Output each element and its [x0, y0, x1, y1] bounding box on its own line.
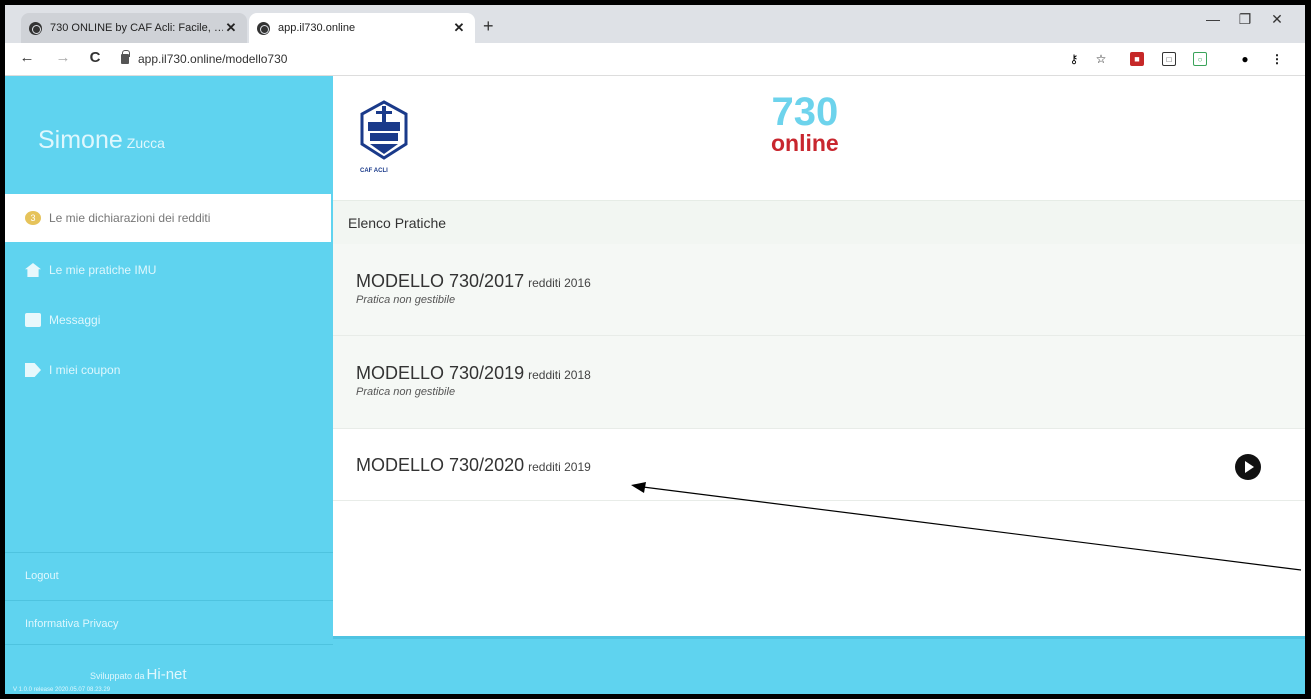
tag-icon [25, 363, 41, 377]
divider [5, 600, 333, 601]
address-bar[interactable]: app.il730.online/modello730 [138, 52, 287, 66]
sidebar-item-label: Messaggi [49, 313, 101, 327]
sidebar: Simone Zucca 3 Le mie dichiarazioni dei r… [5, 76, 333, 694]
sidebar-item-label: Le mie dichiarazioni dei redditi [49, 211, 211, 225]
pratica-note: Pratica non gestibile [356, 294, 456, 306]
message-icon [25, 313, 41, 327]
main-content: CAF ACLI 730 online Elenco Pratiche MODE… [333, 76, 1305, 694]
sidebar-item-label: I miei coupon [49, 363, 121, 377]
pratica-redditi: redditi 2019 [528, 460, 591, 474]
home-icon [25, 263, 41, 277]
privacy-link[interactable]: Informativa Privacy [25, 618, 119, 630]
caf-acli-logo-icon [360, 100, 408, 160]
minimize-button[interactable]: — [1201, 11, 1225, 27]
sidebar-item-coupon[interactable]: I miei coupon [5, 346, 333, 394]
user-last-name: Zucca [126, 135, 165, 151]
browser-window: 730 ONLINE by CAF Acli: Facile, … ✕ app.… [5, 5, 1305, 694]
sidebar-item-imu[interactable]: Le mie pratiche IMU [5, 246, 333, 294]
forward-button[interactable]: → [53, 49, 73, 66]
tab-title: 730 ONLINE by CAF Acli: Facile, … [50, 22, 223, 34]
tab-app[interactable]: app.il730.online ✕ [249, 13, 475, 43]
close-window-button[interactable]: ✕ [1265, 11, 1289, 28]
credit-prefix: Sviluppato da [90, 671, 145, 681]
globe-icon [29, 21, 42, 35]
version-text: V 1.0.0 release 2020.05.07 08.23.29 [13, 687, 111, 693]
close-tab-icon[interactable]: ✕ [451, 20, 467, 36]
menu-icon[interactable]: ⋮ [1270, 52, 1284, 66]
brand-730-online: 730 online [771, 92, 839, 155]
declarations-icon: 3 [25, 211, 41, 225]
key-icon[interactable]: ⚷ [1067, 52, 1081, 66]
divider [5, 552, 333, 553]
pratica-redditi: redditi 2016 [528, 276, 591, 290]
back-button[interactable]: ← [17, 49, 37, 66]
pratica-note: Pratica non gestibile [356, 386, 456, 398]
globe-icon [257, 21, 270, 35]
extension-red-icon[interactable]: ■ [1130, 52, 1144, 66]
close-tab-icon[interactable]: ✕ [223, 20, 239, 36]
pratica-row: MODELLO 730/2017 redditi 2016 Pratica non… [333, 244, 1305, 336]
pratica-row: MODELLO 730/2019 redditi 2018 Pratica non… [333, 336, 1305, 429]
tab-caf-acli[interactable]: 730 ONLINE by CAF Acli: Facile, … ✕ [21, 13, 247, 43]
sidebar-item-dichiarazioni[interactable]: 3 Le mie dichiarazioni dei redditi [5, 194, 333, 242]
logout-link[interactable]: Logout [25, 570, 59, 582]
pratica-title: MODELLO 730/2017 [356, 271, 525, 291]
pratica-redditi: redditi 2018 [528, 368, 591, 382]
reload-button[interactable]: C [85, 49, 105, 66]
pratica-title: MODELLO 730/2020 [356, 455, 525, 475]
user-first-name: Simone [38, 126, 123, 154]
open-pratica-icon[interactable] [1235, 454, 1261, 480]
logo-caption: CAF ACLI [360, 168, 388, 174]
brand-number: 730 [771, 90, 839, 134]
footer-bar [333, 636, 1305, 694]
profile-icon[interactable]: ● [1238, 52, 1252, 66]
browser-toolbar: ← → C app.il730.online/modello730 ⚷ ☆ ■ … [5, 43, 1305, 76]
sidebar-item-label: Le mie pratiche IMU [49, 263, 157, 277]
user-name: Simone Zucca [38, 126, 165, 155]
credit-brand: Hi-net [146, 666, 187, 683]
lock-icon [121, 50, 130, 64]
restore-button[interactable]: ❐ [1233, 11, 1257, 28]
brand-word: online [771, 130, 839, 156]
extension-green-icon[interactable]: ○ [1193, 52, 1207, 66]
pratica-row[interactable]: MODELLO 730/2020 redditi 2019 [333, 429, 1305, 501]
sidebar-item-messaggi[interactable]: Messaggi [5, 296, 333, 344]
tab-title: app.il730.online [278, 22, 356, 34]
new-tab-button[interactable]: + [483, 16, 494, 37]
tab-strip: 730 ONLINE by CAF Acli: Facile, … ✕ app.… [5, 5, 1305, 43]
divider [5, 644, 333, 645]
star-icon[interactable]: ☆ [1094, 52, 1108, 66]
section-title: Elenco Pratiche [333, 200, 1305, 244]
developer-credit: Sviluppato da Hi-net [90, 666, 187, 683]
pratica-title: MODELLO 730/2019 [356, 363, 525, 383]
extension-box-icon[interactable]: □ [1162, 52, 1176, 66]
